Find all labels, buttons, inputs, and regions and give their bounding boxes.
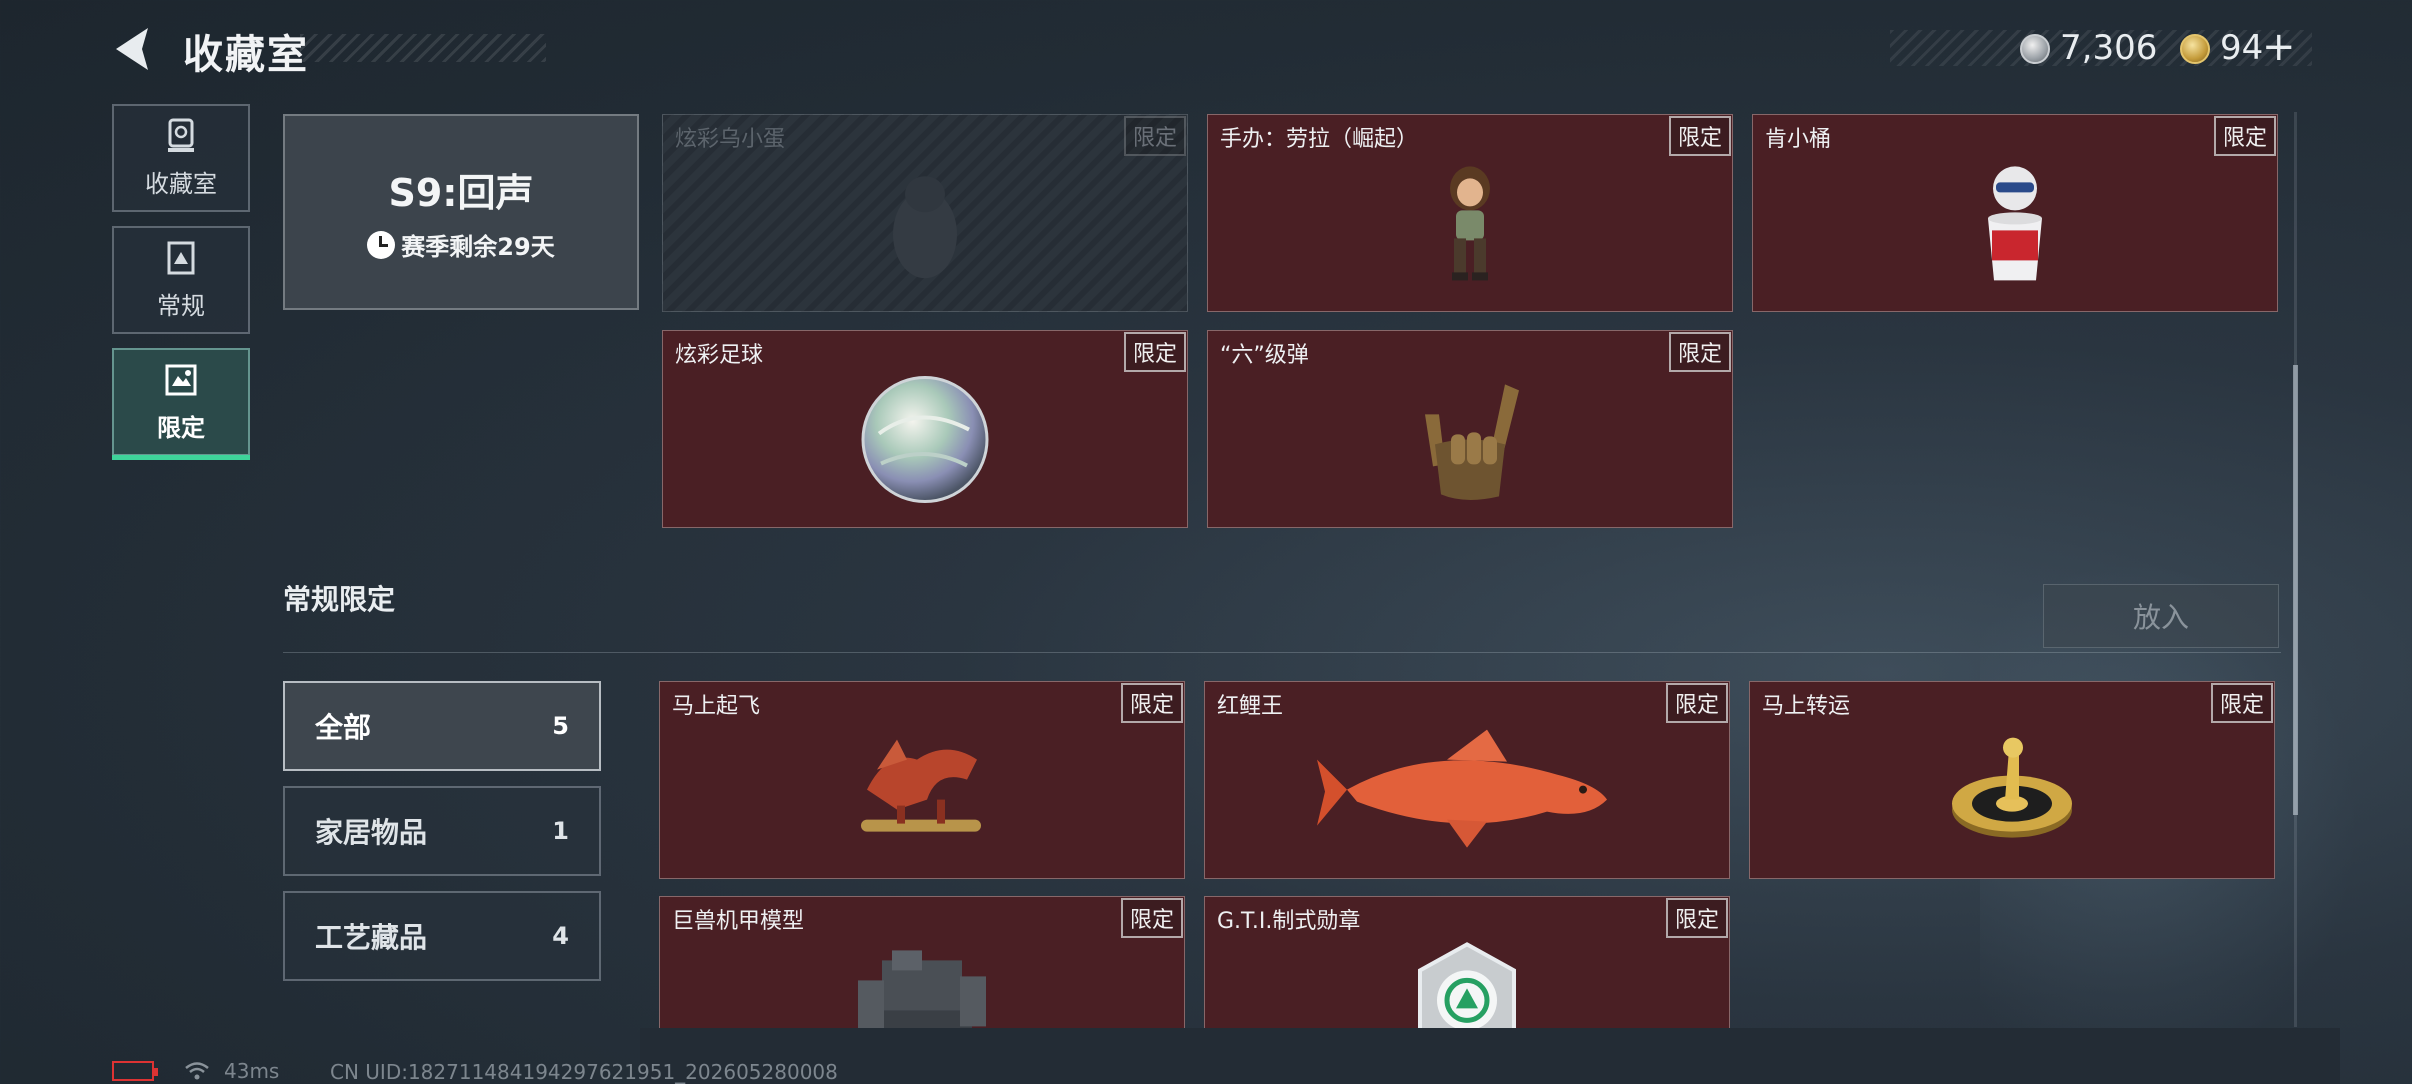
item-name: “六”级弹 xyxy=(1220,343,1309,368)
nav-item-label: 常规 xyxy=(157,291,205,320)
collection-item-card[interactable]: 马上转运 限定 xyxy=(1749,681,2275,879)
uid-text: CN UID:18271148419429762195‌1_2026052800… xyxy=(330,1060,838,1084)
filter-label: 家居物品 xyxy=(315,816,428,849)
bronze-hand-icon xyxy=(1425,384,1519,500)
nav-item-label: 收藏室 xyxy=(145,169,217,198)
gold-amount: 94 xyxy=(2220,28,2264,68)
section-title: 常规限定 xyxy=(283,583,396,616)
nav-item-regular[interactable]: 常规 xyxy=(112,226,250,334)
filter-count: 1 xyxy=(552,817,569,845)
item-name: 手办：劳拉（崛起） xyxy=(1220,127,1419,152)
scrollbar-thumb[interactable] xyxy=(2293,365,2298,815)
item-name: 红鲤王 xyxy=(1217,694,1284,719)
season-remaining-text: 赛季剩余29天 xyxy=(401,233,555,261)
nav-item-label: 限定 xyxy=(157,413,205,442)
item-name: 马上转运 xyxy=(1762,694,1851,719)
collection-item-card[interactable]: 炫彩足球 限定 xyxy=(662,330,1188,528)
filter-label: 全部 xyxy=(315,711,372,744)
section-divider xyxy=(283,652,2281,653)
collection-item-card[interactable]: 手办：劳拉（崛起） 限定 xyxy=(1207,114,1733,312)
filter-crafts[interactable]: 工艺藏品 4 xyxy=(283,891,601,981)
limited-badge: 限定 xyxy=(1665,683,1728,723)
battery-icon xyxy=(112,1061,158,1081)
soccer-ball-icon xyxy=(861,376,989,504)
top-bar: 收藏室 7,306 94 + xyxy=(0,0,2412,100)
collection-item-card[interactable]: 肯小桶 限定 xyxy=(1752,114,2278,312)
limited-badge: 限定 xyxy=(1665,898,1728,938)
back-arrow-icon[interactable] xyxy=(112,26,160,72)
collection-item-card[interactable]: “六”级弹 限定 xyxy=(1207,330,1733,528)
limited-badge: 限定 xyxy=(1120,683,1183,723)
gold-coin-icon xyxy=(2180,34,2210,64)
page-title: 收藏室 xyxy=(183,32,309,78)
filter-count: 5 xyxy=(552,712,569,740)
limited-badge: 限定 xyxy=(2213,116,2276,156)
filter-count: 4 xyxy=(552,922,569,950)
limited-badge: 限定 xyxy=(1120,898,1183,938)
item-name: 肯小桶 xyxy=(1765,127,1832,152)
filter-home-items[interactable]: 家居物品 1 xyxy=(283,786,601,876)
item-name: 炫彩乌小蛋 xyxy=(675,127,786,152)
filter-label: 工艺藏品 xyxy=(315,921,428,954)
item-name: 马上起飞 xyxy=(672,694,761,719)
collection-item-card[interactable]: 炫彩乌小蛋 限定 xyxy=(662,114,1188,312)
lara-figure-icon xyxy=(1450,166,1490,281)
card-icon xyxy=(167,241,195,274)
title-decor xyxy=(300,34,546,62)
item-name: G.T.I.制式勋章 xyxy=(1217,909,1361,934)
bucket-mascot-icon xyxy=(1988,166,2042,281)
horse-statue-icon xyxy=(861,739,981,832)
limited-badge: 限定 xyxy=(1668,116,1731,156)
put-in-button[interactable]: 放入 xyxy=(2043,584,2279,648)
silver-coin-icon xyxy=(2020,34,2050,64)
limited-icon xyxy=(165,364,197,395)
collection-item-card[interactable]: 红鲤王 限定 xyxy=(1204,681,1730,879)
gold-wheel-icon xyxy=(1952,737,2072,838)
red-carp-icon xyxy=(1317,729,1607,848)
limited-badge: 限定 xyxy=(2210,683,2273,723)
limited-badge: 限定 xyxy=(1123,332,1186,372)
wifi-icon xyxy=(185,1062,209,1080)
limited-badge: 限定 xyxy=(1668,332,1731,372)
collection-item-card[interactable]: 马上起飞 限定 xyxy=(659,681,1185,879)
trophy-icon xyxy=(168,118,194,152)
status-bar: 43ms xyxy=(112,1058,279,1084)
filter-all[interactable]: 全部 5 xyxy=(283,681,601,771)
nav-item-collection[interactable]: 收藏室 xyxy=(112,104,250,212)
season-card: S9:回声 赛季剩余29天 xyxy=(283,114,639,310)
item-name: 炫彩足球 xyxy=(675,343,764,368)
season-name: S9:回声 xyxy=(388,171,534,215)
bird-egg-figure-icon xyxy=(893,176,957,279)
item-name: 巨兽机甲模型 xyxy=(672,909,805,934)
nav-item-limited[interactable]: 限定 xyxy=(112,348,250,460)
clock-icon xyxy=(367,230,396,259)
add-currency-button[interactable]: + xyxy=(2262,24,2296,70)
season-remaining: 赛季剩余29天 xyxy=(367,227,555,262)
list-bottom-mask xyxy=(640,1028,2340,1084)
ping-text: 43ms xyxy=(224,1059,280,1083)
limited-badge: 限定 xyxy=(1123,116,1186,156)
silver-amount: 7,306 xyxy=(2060,28,2158,68)
